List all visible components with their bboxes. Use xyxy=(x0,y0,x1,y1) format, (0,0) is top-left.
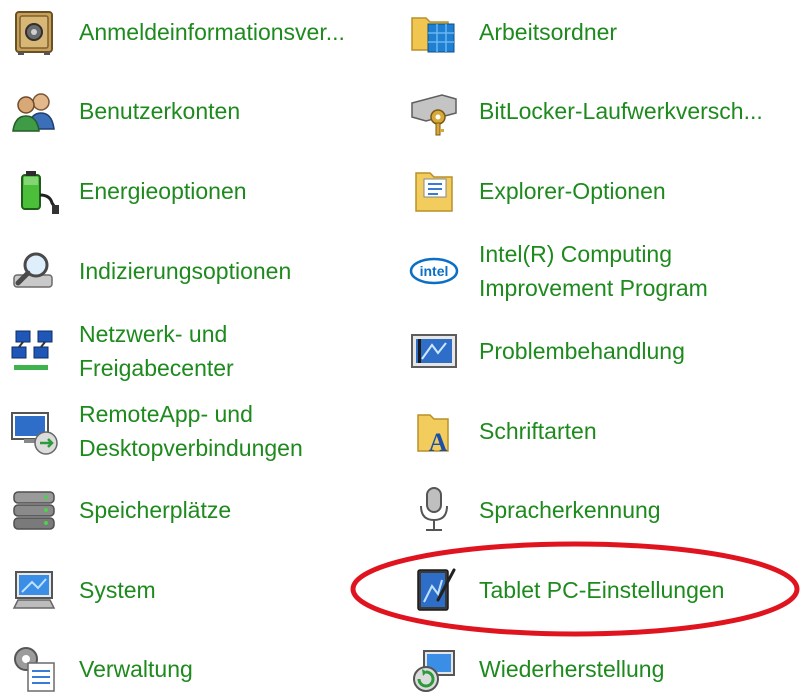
users-icon xyxy=(6,83,62,139)
svg-text:intel: intel xyxy=(420,263,449,279)
cp-item-network-sharing-center[interactable]: Netzwerk- und Freigabecenter xyxy=(6,311,398,391)
cp-item-label: Problembehandlung xyxy=(479,338,685,364)
control-panel-grid: Anmeldeinformationsver... Benutzerkonten… xyxy=(0,0,805,693)
cp-item-label: Spracherkennung xyxy=(479,497,661,523)
cp-item-administrative-tools[interactable]: Verwaltung xyxy=(6,629,398,693)
cp-item-system[interactable]: System xyxy=(6,550,398,630)
cp-item-label: Explorer-Optionen xyxy=(479,178,666,204)
storage-stack-icon xyxy=(6,482,62,538)
cp-item-user-accounts[interactable]: Benutzerkonten xyxy=(6,71,398,151)
recovery-icon xyxy=(406,641,462,693)
cp-item-tablet-pc-settings[interactable]: Tablet PC-Einstellungen xyxy=(406,550,801,630)
cp-item-power-options[interactable]: Energieoptionen xyxy=(6,151,398,231)
cp-item-label: Tablet PC-Einstellungen xyxy=(479,577,725,603)
cp-item-label: Energieoptionen xyxy=(79,178,247,204)
cp-item-label: Wiederherstellung xyxy=(479,656,665,682)
cp-item-label: Schriftarten xyxy=(479,418,597,444)
remote-desktop-icon xyxy=(6,403,62,459)
cp-item-label: Netzwerk- und Freigabecenter xyxy=(79,321,234,381)
safe-icon xyxy=(6,4,62,60)
microphone-icon xyxy=(406,482,462,538)
work-folders-icon xyxy=(406,4,462,60)
cp-item-intel-computing-improvement[interactable]: intel Intel(R) Computing Improvement Pro… xyxy=(406,231,801,311)
cp-item-label: Anmeldeinformationsver... xyxy=(79,19,345,45)
cp-item-label: BitLocker-Laufwerkversch... xyxy=(479,98,763,124)
cp-item-remoteapp-desktop-connections[interactable]: RemoteApp- und Desktopverbindungen xyxy=(6,391,398,471)
cp-item-indexing-options[interactable]: Indizierungsoptionen xyxy=(6,231,398,311)
fonts-folder-icon: A xyxy=(406,403,462,459)
computer-icon xyxy=(6,562,62,618)
cp-item-label: Arbeitsordner xyxy=(479,19,618,45)
cp-item-recovery[interactable]: Wiederherstellung xyxy=(406,629,801,693)
cp-item-explorer-options[interactable]: Explorer-Optionen xyxy=(406,151,801,231)
bitlocker-drive-key-icon xyxy=(406,83,462,139)
svg-text:A: A xyxy=(429,428,448,457)
cp-item-work-folders[interactable]: Arbeitsordner xyxy=(406,0,801,72)
cp-item-bitlocker[interactable]: BitLocker-Laufwerkversch... xyxy=(406,71,801,151)
admin-tools-icon xyxy=(6,641,62,693)
cp-item-label: Indizierungsoptionen xyxy=(79,258,292,284)
cp-item-label: Speicherplätze xyxy=(79,497,232,523)
folder-options-icon xyxy=(406,163,462,219)
indexing-magnifier-icon xyxy=(6,243,62,299)
cp-item-label: Intel(R) Computing Improvement Program xyxy=(479,241,708,301)
cp-item-label: Verwaltung xyxy=(79,656,193,682)
cp-item-credential-manager[interactable]: Anmeldeinformationsver... xyxy=(6,0,398,72)
cp-item-speech-recognition[interactable]: Spracherkennung xyxy=(406,470,801,550)
intel-logo-icon: intel xyxy=(406,243,462,299)
tablet-pen-icon xyxy=(406,562,462,618)
network-icon xyxy=(6,323,62,379)
cp-item-label: System xyxy=(79,577,156,603)
troubleshooting-icon xyxy=(406,323,462,379)
cp-item-label: RemoteApp- und Desktopverbindungen xyxy=(79,401,303,461)
cp-item-label: Benutzerkonten xyxy=(79,98,241,124)
cp-item-fonts[interactable]: A Schriftarten xyxy=(406,391,801,471)
cp-item-storage-spaces[interactable]: Speicherplätze xyxy=(6,470,398,550)
battery-icon xyxy=(6,163,62,219)
cp-item-troubleshooting[interactable]: Problembehandlung xyxy=(406,311,801,391)
